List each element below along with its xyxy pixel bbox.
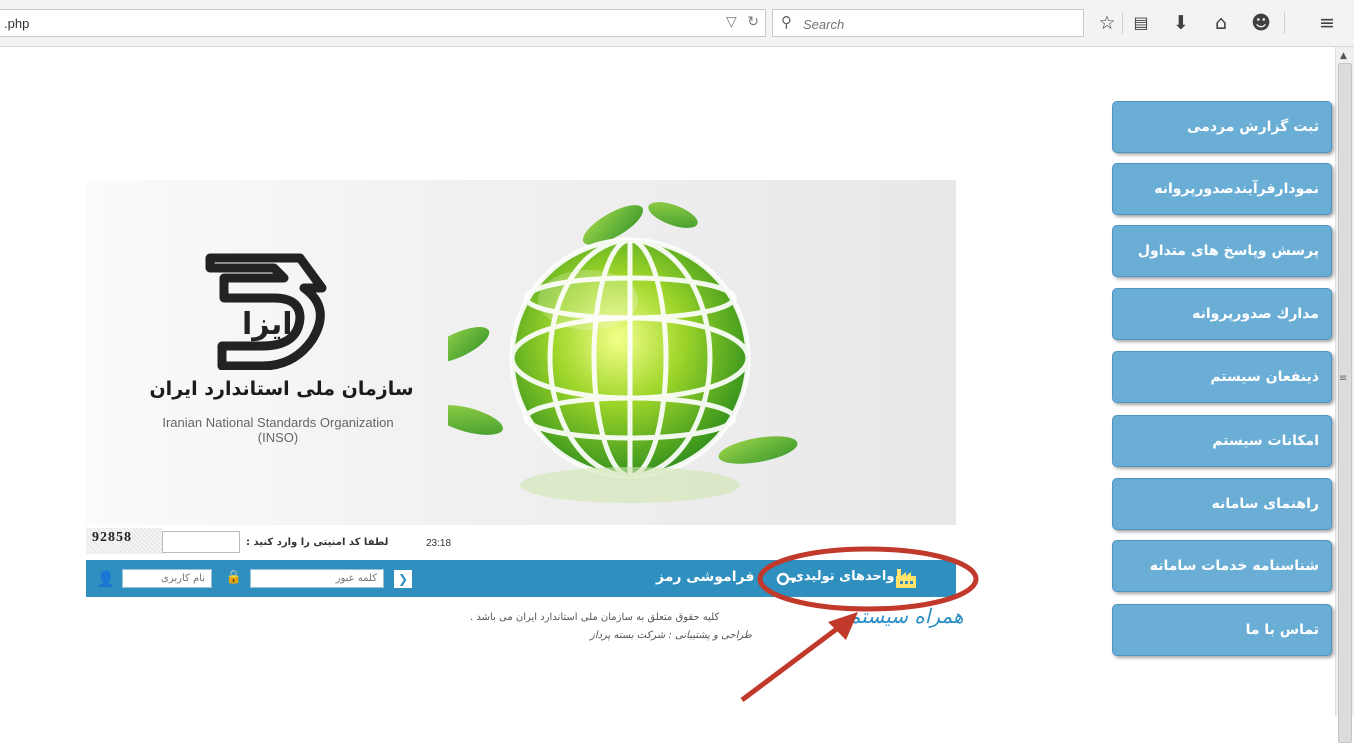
menu-icon[interactable]: ≡ bbox=[1314, 10, 1340, 36]
browser-toolbar: .php ▽ ↻ ⚲ ☆ ▤ ⬇ ⌂ ☻ ≡ bbox=[0, 0, 1354, 47]
scroll-thumb[interactable] bbox=[1338, 63, 1352, 743]
sidebar-item-license-docs[interactable]: مدارك صدورپروانه bbox=[1112, 288, 1332, 340]
search-icon: ⚲ bbox=[781, 13, 792, 31]
brand-logo: همراه سیستم bbox=[848, 604, 964, 628]
reading-list-icon[interactable]: ▤ bbox=[1128, 10, 1154, 36]
sidebar-item-public-report[interactable]: ثبت گزارش مردمی bbox=[1112, 101, 1332, 153]
factory-icon[interactable] bbox=[894, 566, 918, 590]
password-input[interactable] bbox=[250, 569, 384, 588]
username-input[interactable] bbox=[122, 569, 212, 588]
org-name-fa: سازمان ملی استاندارد ایران bbox=[149, 378, 414, 400]
bookmark-star-icon[interactable]: ☆ bbox=[1094, 10, 1120, 36]
sidebar-item-faq[interactable]: پرسش وپاسخ های متداول bbox=[1112, 225, 1332, 277]
annotation-arrow bbox=[740, 620, 848, 702]
sidebar-item-stakeholders[interactable]: ذینفعان سیستم bbox=[1112, 351, 1332, 403]
dropdown-arrow-icon[interactable]: ▽ bbox=[726, 14, 737, 30]
svg-text:ایزا: ایزا bbox=[242, 307, 293, 342]
login-bar: 👤 🔒 ❯ فراموشی رمز واحدهای تولیدی bbox=[86, 560, 956, 597]
search-bar[interactable]: ⚲ bbox=[772, 9, 1084, 37]
url-text: .php bbox=[4, 16, 30, 31]
search-input[interactable] bbox=[801, 14, 1075, 34]
scroll-grip-icon: ≡ bbox=[1339, 373, 1348, 384]
home-icon[interactable]: ⌂ bbox=[1208, 10, 1234, 36]
production-units-link[interactable]: واحدهای تولیدی bbox=[792, 569, 894, 584]
scroll-up-icon[interactable]: ▲ bbox=[1340, 51, 1347, 61]
sidebar-item-process-chart[interactable]: نمودارفرآیندصدورپروانه bbox=[1112, 163, 1332, 215]
reload-icon[interactable]: ↻ bbox=[747, 14, 759, 30]
captcha-input[interactable] bbox=[162, 531, 240, 553]
lock-icon: 🔒 bbox=[225, 570, 243, 585]
banner: ایزا سازمان ملی استاندارد ایران Iranian … bbox=[86, 180, 956, 525]
user-icon: 👤 bbox=[96, 570, 116, 588]
forgot-password-link[interactable]: فراموشی رمز bbox=[656, 569, 754, 585]
vertical-scrollbar[interactable]: ▲ ≡ bbox=[1335, 47, 1354, 743]
sidebar-item-guide[interactable]: راهنمای سامانه bbox=[1112, 478, 1332, 530]
captcha-image: 92858 bbox=[86, 528, 162, 554]
captcha-timer: 23:18 bbox=[426, 538, 452, 549]
sidebar-item-features[interactable]: امکانات سیستم bbox=[1112, 415, 1332, 467]
captcha-label: لطفا کد امنیتی را وارد کنید : bbox=[246, 537, 389, 548]
globe-image bbox=[448, 202, 798, 503]
copyright-text: کلیه حقوق متعلق به سازمان ملی استاندارد … bbox=[470, 612, 720, 623]
isiri-logo: ایزا bbox=[205, 253, 327, 370]
sidebar-item-contact[interactable]: تماس با ما bbox=[1112, 604, 1332, 656]
org-name-en: Iranian National Standards Organization … bbox=[162, 415, 394, 445]
chat-icon[interactable]: ☻ bbox=[1248, 10, 1274, 36]
download-icon[interactable]: ⬇ bbox=[1168, 10, 1194, 36]
sidebar-item-service-profile[interactable]: شناسنامه خدمات سامانه bbox=[1112, 540, 1332, 592]
credit-text: طراحی و پشتیبانی : شرکت بسته پرداز bbox=[590, 630, 752, 641]
login-submit-button[interactable]: ❯ bbox=[394, 570, 412, 588]
url-bar[interactable]: .php ▽ ↻ bbox=[0, 9, 766, 37]
